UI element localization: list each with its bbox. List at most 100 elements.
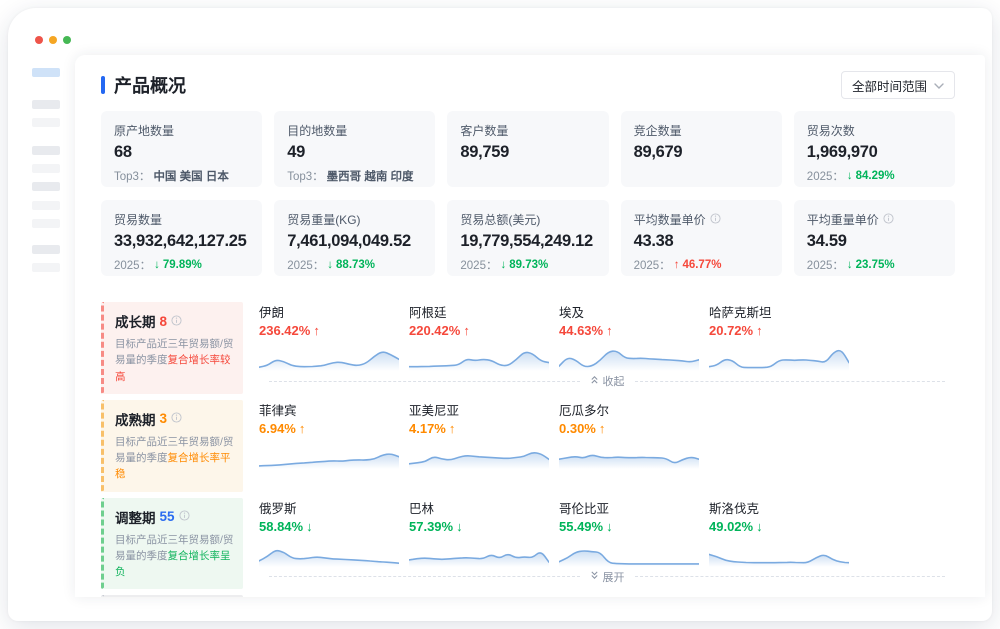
other-countries-list: 留尼旺岛 南非 阿曼 赫德岛和麦克唐纳群岛 乌拉圭 坦桑尼亚 中国(澳门) 黎巴… [243,595,955,597]
section-adjust: 调整期55 目标产品近三年贸易额/贸易量的季度复合增长率呈负 俄罗斯 58.84… [101,498,955,590]
country-change: 55.49%↓ [559,519,613,534]
info-icon[interactable] [883,213,894,227]
section-mature-label: 成熟期3 目标产品近三年贸易额/贸易量的季度复合增长率平稳 [101,400,243,492]
stat-value: 89,679 [634,143,769,162]
chevron-down-icon [934,78,944,92]
section-adjust-label: 调整期55 目标产品近三年贸易额/贸易量的季度复合增长率呈负 [101,498,243,590]
section-growth-label: 成长期8 目标产品近三年贸易额/贸易量的季度复合增长率较高 [101,302,243,394]
country-card[interactable]: 阿根廷 220.42%↑ [409,302,559,371]
sparkline-chart [559,441,709,469]
stat-value: 68 [114,143,249,162]
country-change: 44.63%↑ [559,323,613,338]
title-accent-bar [101,76,105,94]
sidebar-nav [8,68,75,272]
time-range-select[interactable]: 全部时间范围 [841,71,955,99]
info-icon[interactable] [710,213,721,227]
sparkline-chart [559,343,709,371]
sparkline-chart [559,539,709,567]
close-button[interactable] [35,36,43,44]
country-change: 49.02%↓ [709,519,763,534]
expand-button[interactable]: 展开 [590,569,625,585]
country-card[interactable]: 斯洛伐克 49.02%↓ [709,498,859,567]
stat-card-avg-quantity-price: 平均数量单价 43.38 2025： ↑46.77% [621,200,782,276]
country-change: 20.72%↑ [709,323,763,338]
stat-card-trade-weight: 贸易重量(KG) 7,461,094,049.52 2025： ↓88.73% [274,200,435,276]
sidebar-item[interactable] [32,118,60,127]
sparkline-chart [409,441,559,469]
expand-control: 展开 [259,569,955,585]
sidebar-item[interactable] [32,164,60,173]
country-change: 236.42%↑ [259,323,320,338]
sidebar-item[interactable] [32,201,60,210]
country-card[interactable]: 菲律宾 6.94%↑ [259,400,409,469]
sparkline-chart [259,343,409,371]
info-icon[interactable] [171,411,182,426]
country-card[interactable]: 俄罗斯 58.84%↓ [259,498,409,567]
sidebar-item[interactable] [32,245,60,254]
section-mature: 成熟期3 目标产品近三年贸易额/贸易量的季度复合增长率平稳 菲律宾 6.94%↑ [101,400,955,492]
sidebar-item-active[interactable] [32,68,60,77]
section-growth: 成长期8 目标产品近三年贸易额/贸易量的季度复合增长率较高 伊朗 236.42%… [101,302,955,394]
sparkline-chart [259,441,409,469]
product-overview-panel: 产品概况 全部时间范围 原产地数量 68 Top3：中国 美国 日本 目的地数量… [75,55,985,597]
country-change: 6.94%↑ [259,421,305,436]
stat-card-trade-count: 贸易次数 1,969,970 2025： ↓84.29% [794,111,955,187]
chevron-up-double-icon [590,374,599,388]
app-window: 产品概况 全部时间范围 原产地数量 68 Top3：中国 美国 日本 目的地数量… [8,8,992,621]
page-title: 产品概况 [101,72,186,98]
country-change: 4.17%↑ [409,421,455,436]
stat-card-avg-weight-price: 平均重量单价 34.59 2025： ↓23.75% [794,200,955,276]
country-card[interactable]: 巴林 57.39%↓ [409,498,559,567]
change-badge: ↓79.89% [154,259,202,271]
section-other-countries: 其他国家16 留尼旺岛 南非 阿曼 赫德岛和麦克唐纳群岛 乌拉圭 坦桑尼亚 中国… [101,595,955,597]
stats-row-2: 贸易数量 33,932,642,127.25 2025： ↓79.89% 贸易重… [101,200,955,276]
country-change: 57.39%↓ [409,519,463,534]
info-icon[interactable] [171,314,182,329]
country-card[interactable]: 厄瓜多尔 0.30%↑ [559,400,709,469]
change-badge: ↓23.75% [847,259,895,271]
stat-value: 7,461,094,049.52 [287,232,422,251]
country-card[interactable]: 哈萨克斯坦 20.72%↑ [709,302,859,371]
sparkline-chart [409,539,559,567]
chevron-down-double-icon [590,570,599,584]
stat-value: 49 [287,143,422,162]
sidebar-item[interactable] [32,219,60,228]
collapse-control: 收起 [259,373,955,389]
stat-card-competitor-count: 竞企数量 89,679 [621,111,782,187]
sidebar-item[interactable] [32,146,60,155]
stats-row-1: 原产地数量 68 Top3：中国 美国 日本 目的地数量 49 Top3：墨西哥… [101,111,955,187]
stat-value: 34.59 [807,232,942,251]
stat-value: 43.38 [634,232,769,251]
stat-value: 89,759 [460,143,595,162]
sidebar-item[interactable] [32,263,60,272]
country-change: 58.84%↓ [259,519,313,534]
info-icon[interactable] [179,509,190,524]
window-controls [35,36,71,44]
stat-card-customer-count: 客户数量 89,759 [447,111,608,187]
stat-value: 33,932,642,127.25 [114,232,249,251]
sidebar-item[interactable] [32,182,60,191]
country-card[interactable]: 亚美尼亚 4.17%↑ [409,400,559,469]
country-card[interactable]: 伊朗 236.42%↑ [259,302,409,371]
stat-card-trade-quantity: 贸易数量 33,932,642,127.25 2025： ↓79.89% [101,200,262,276]
stat-card-origin-count: 原产地数量 68 Top3：中国 美国 日本 [101,111,262,187]
maximize-button[interactable] [63,36,71,44]
section-other-label: 其他国家16 [101,595,243,597]
change-badge: ↓88.73% [327,259,375,271]
minimize-button[interactable] [49,36,57,44]
change-badge: ↓84.29% [847,170,895,182]
sparkline-chart [259,539,409,567]
country-change: 0.30%↑ [559,421,605,436]
sparkline-chart [409,343,559,371]
sparkline-chart [709,539,859,567]
sidebar-item[interactable] [32,100,60,109]
stat-card-trade-amount: 贸易总额(美元) 19,779,554,249.12 2025： ↓89.73% [447,200,608,276]
stat-value: 19,779,554,249.12 [460,232,595,251]
country-card[interactable]: 埃及 44.63%↑ [559,302,709,371]
stat-value: 1,969,970 [807,143,942,162]
change-badge: ↓89.73% [500,259,548,271]
country-change: 220.42%↑ [409,323,470,338]
country-card[interactable]: 哥伦比亚 55.49%↓ [559,498,709,567]
stat-card-destination-count: 目的地数量 49 Top3：墨西哥 越南 印度 [274,111,435,187]
collapse-button[interactable]: 收起 [590,373,625,389]
